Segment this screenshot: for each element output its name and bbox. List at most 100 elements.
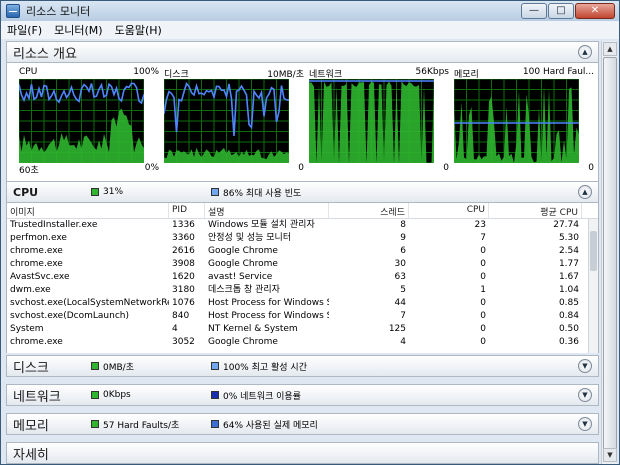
col-pid[interactable]: PID xyxy=(169,203,205,218)
cell-image: dwm.exe xyxy=(10,285,51,295)
cell-cpu: 0 xyxy=(480,311,486,321)
cell-description: Google Chrome xyxy=(208,337,278,347)
disk-io-swatch xyxy=(91,362,99,370)
cell-avg-cpu: 0.85 xyxy=(558,298,579,308)
cell-threads: 5 xyxy=(400,285,406,295)
cell-image: AvastSvc.exe xyxy=(10,272,70,282)
network-section-title: 네트워크 xyxy=(13,389,61,405)
cell-avg-cpu: 1.04 xyxy=(558,285,579,295)
cpu-process-table: 이미지 PID 설명 스레드 CPU 평균 CPU TrustedInstall… xyxy=(6,203,599,353)
table-row[interactable]: chrome.exe 2616 Google Chrome 6 0 2.54 xyxy=(7,245,598,258)
cell-pid: 3052 xyxy=(172,337,195,347)
cell-avg-cpu: 0.84 xyxy=(558,311,579,321)
chevron-down-icon[interactable]: ▼ xyxy=(578,388,592,402)
cell-pid: 3908 xyxy=(172,259,195,269)
disk-section-title: 디스크 xyxy=(13,360,49,376)
table-row[interactable]: chrome.exe 3052 Google Chrome 4 0 0.36 xyxy=(7,336,598,349)
cpu-frequency-swatch xyxy=(211,188,219,196)
cell-threads: 30 xyxy=(394,259,406,269)
main-content: 리소스 개요 ▲ CPU 100% 60초 0% 디스크 10MB/초 0 네트워크 5… xyxy=(6,41,599,464)
cpu-section-header[interactable]: CPU 31% 86% 최대 사용 빈도 ▲ xyxy=(6,181,599,203)
table-scrollbar-thumb[interactable] xyxy=(590,231,597,271)
chevron-up-icon[interactable]: ▲ xyxy=(578,45,592,59)
disk-active-time-value: 100% 최고 활성 시간 xyxy=(223,362,307,373)
close-button[interactable]: ✕ xyxy=(575,3,615,19)
table-row[interactable]: svchost.exe(DcomLaunch) 840 Host Process f… xyxy=(7,310,598,323)
app-icon xyxy=(6,4,20,18)
maximize-button[interactable]: □ xyxy=(548,3,574,19)
table-row[interactable]: chrome.exe 3908 Google Chrome 30 0 1.77 xyxy=(7,258,598,271)
graph-disk-label: 디스크 xyxy=(164,70,189,80)
overview-title: 리소스 개요 xyxy=(13,46,77,62)
cell-description: Host Process for Windows S... xyxy=(208,298,329,308)
cell-pid: 2616 xyxy=(172,246,195,256)
network-section-header[interactable]: 네트워크 0Kbps 0% 네트워크 이용률 ▼ xyxy=(6,384,599,406)
cpu-max-frequency-summary: 86% 최대 사용 빈도 xyxy=(211,186,301,199)
graph-disk-min: 0 xyxy=(298,163,304,173)
cell-image: perfmon.exe xyxy=(10,233,67,243)
main-scrollbar-thumb[interactable] xyxy=(603,57,617,455)
table-row[interactable]: System 4 NT Kernel & System 125 0 0.50 xyxy=(7,323,598,336)
cell-image: svchost.exe(LocalSystemNetworkRestr... xyxy=(10,298,169,308)
col-image[interactable]: 이미지 xyxy=(7,203,169,218)
minimize-button[interactable]: — xyxy=(521,3,547,19)
memory-section-title: 메모리 xyxy=(13,418,49,434)
disk-active-swatch xyxy=(211,362,219,370)
cell-description: Windows 모듈 설치 관리자 xyxy=(208,220,315,230)
chevron-up-icon[interactable]: ▲ xyxy=(578,185,592,199)
graph-cpu: CPU 100% 60초 0% xyxy=(19,67,159,177)
cell-threads: 4 xyxy=(400,337,406,347)
cell-description: Google Chrome xyxy=(208,246,278,256)
chevron-down-icon[interactable]: ▼ xyxy=(578,417,592,431)
cell-pid: 1620 xyxy=(172,272,195,282)
graph-cpu-min: 0% xyxy=(144,163,159,173)
graph-memory: 메모리 100 Hard Faul... 0 xyxy=(454,67,594,177)
cell-pid: 840 xyxy=(172,311,190,321)
graph-network-label: 네트워크 xyxy=(309,70,343,80)
cell-image: svchost.exe(DcomLaunch) xyxy=(10,311,129,321)
menu-file[interactable]: 파일(F) xyxy=(7,22,42,38)
col-cpu[interactable]: CPU xyxy=(409,203,489,218)
cell-image: chrome.exe xyxy=(10,246,63,256)
col-avg-cpu[interactable]: 평균 CPU xyxy=(489,203,582,218)
cell-threads: 7 xyxy=(400,311,406,321)
graph-memory-min: 0 xyxy=(588,163,594,173)
col-description[interactable]: 설명 xyxy=(205,203,329,218)
cell-image: chrome.exe xyxy=(10,337,63,347)
table-row[interactable]: AvastSvc.exe 1620 avast! Service 63 0 1.67 xyxy=(7,271,598,284)
table-row[interactable]: TrustedInstaller.exe 1336 Windows 모듈 설치 관리… xyxy=(7,219,598,232)
scroll-down-arrow-icon[interactable]: ▼ xyxy=(603,448,617,462)
graph-memory-label: 메모리 xyxy=(454,70,479,80)
table-header: 이미지 PID 설명 스레드 CPU 평균 CPU xyxy=(7,203,598,219)
overview-header[interactable]: 리소스 개요 ▲ xyxy=(6,41,599,63)
window-title: 리소스 모니터 xyxy=(26,5,91,18)
scroll-up-arrow-icon[interactable]: ▲ xyxy=(603,42,617,56)
table-row[interactable]: dwm.exe 3180 데스크톱 창 관리자 5 1 1.04 xyxy=(7,284,598,297)
menu-help[interactable]: 도움말(H) xyxy=(115,22,162,38)
chevron-down-icon[interactable]: ▼ xyxy=(578,359,592,373)
cell-pid: 4 xyxy=(172,324,178,334)
table-row[interactable]: svchost.exe(LocalSystemNetworkRestr...10… xyxy=(7,297,598,310)
cell-description: Host Process for Windows S... xyxy=(208,311,329,321)
cell-cpu: 0 xyxy=(480,337,486,347)
network-io-value: 0Kbps xyxy=(103,390,131,400)
memory-used-value: 64% 사용된 실제 메모리 xyxy=(223,420,318,431)
disk-section-header[interactable]: 디스크 0MB/초 100% 최고 활성 시간 ▼ xyxy=(6,355,599,377)
cell-description: avast! Service xyxy=(208,272,273,282)
col-threads[interactable]: 스레드 xyxy=(329,203,409,218)
graph-cpu-time: 60초 xyxy=(19,166,39,176)
table-row[interactable]: perfmon.exe 3360 안정성 및 성능 모니터 9 7 5.30 xyxy=(7,232,598,245)
memory-used-swatch xyxy=(211,420,219,428)
memory-section-header[interactable]: 메모리 57 Hard Faults/초 64% 사용된 실제 메모리 ▼ xyxy=(6,413,599,435)
detail-section-header[interactable]: 자세히 xyxy=(6,442,599,464)
main-scrollbar[interactable]: ▲ ▼ xyxy=(601,41,617,464)
network-utilization-summary: 0% 네트워크 이용률 xyxy=(211,389,301,402)
menu-bar: 파일(F) 모니터(M) 도움말(H) xyxy=(1,21,619,39)
graph-network-scale: 56Kbps xyxy=(415,67,449,77)
cell-cpu: 23 xyxy=(474,220,486,230)
table-scrollbar[interactable] xyxy=(588,219,598,353)
cell-image: chrome.exe xyxy=(10,259,63,269)
menu-monitor[interactable]: 모니터(M) xyxy=(54,22,102,38)
graph-cpu-plot xyxy=(19,79,144,163)
cell-cpu: 7 xyxy=(480,233,486,243)
